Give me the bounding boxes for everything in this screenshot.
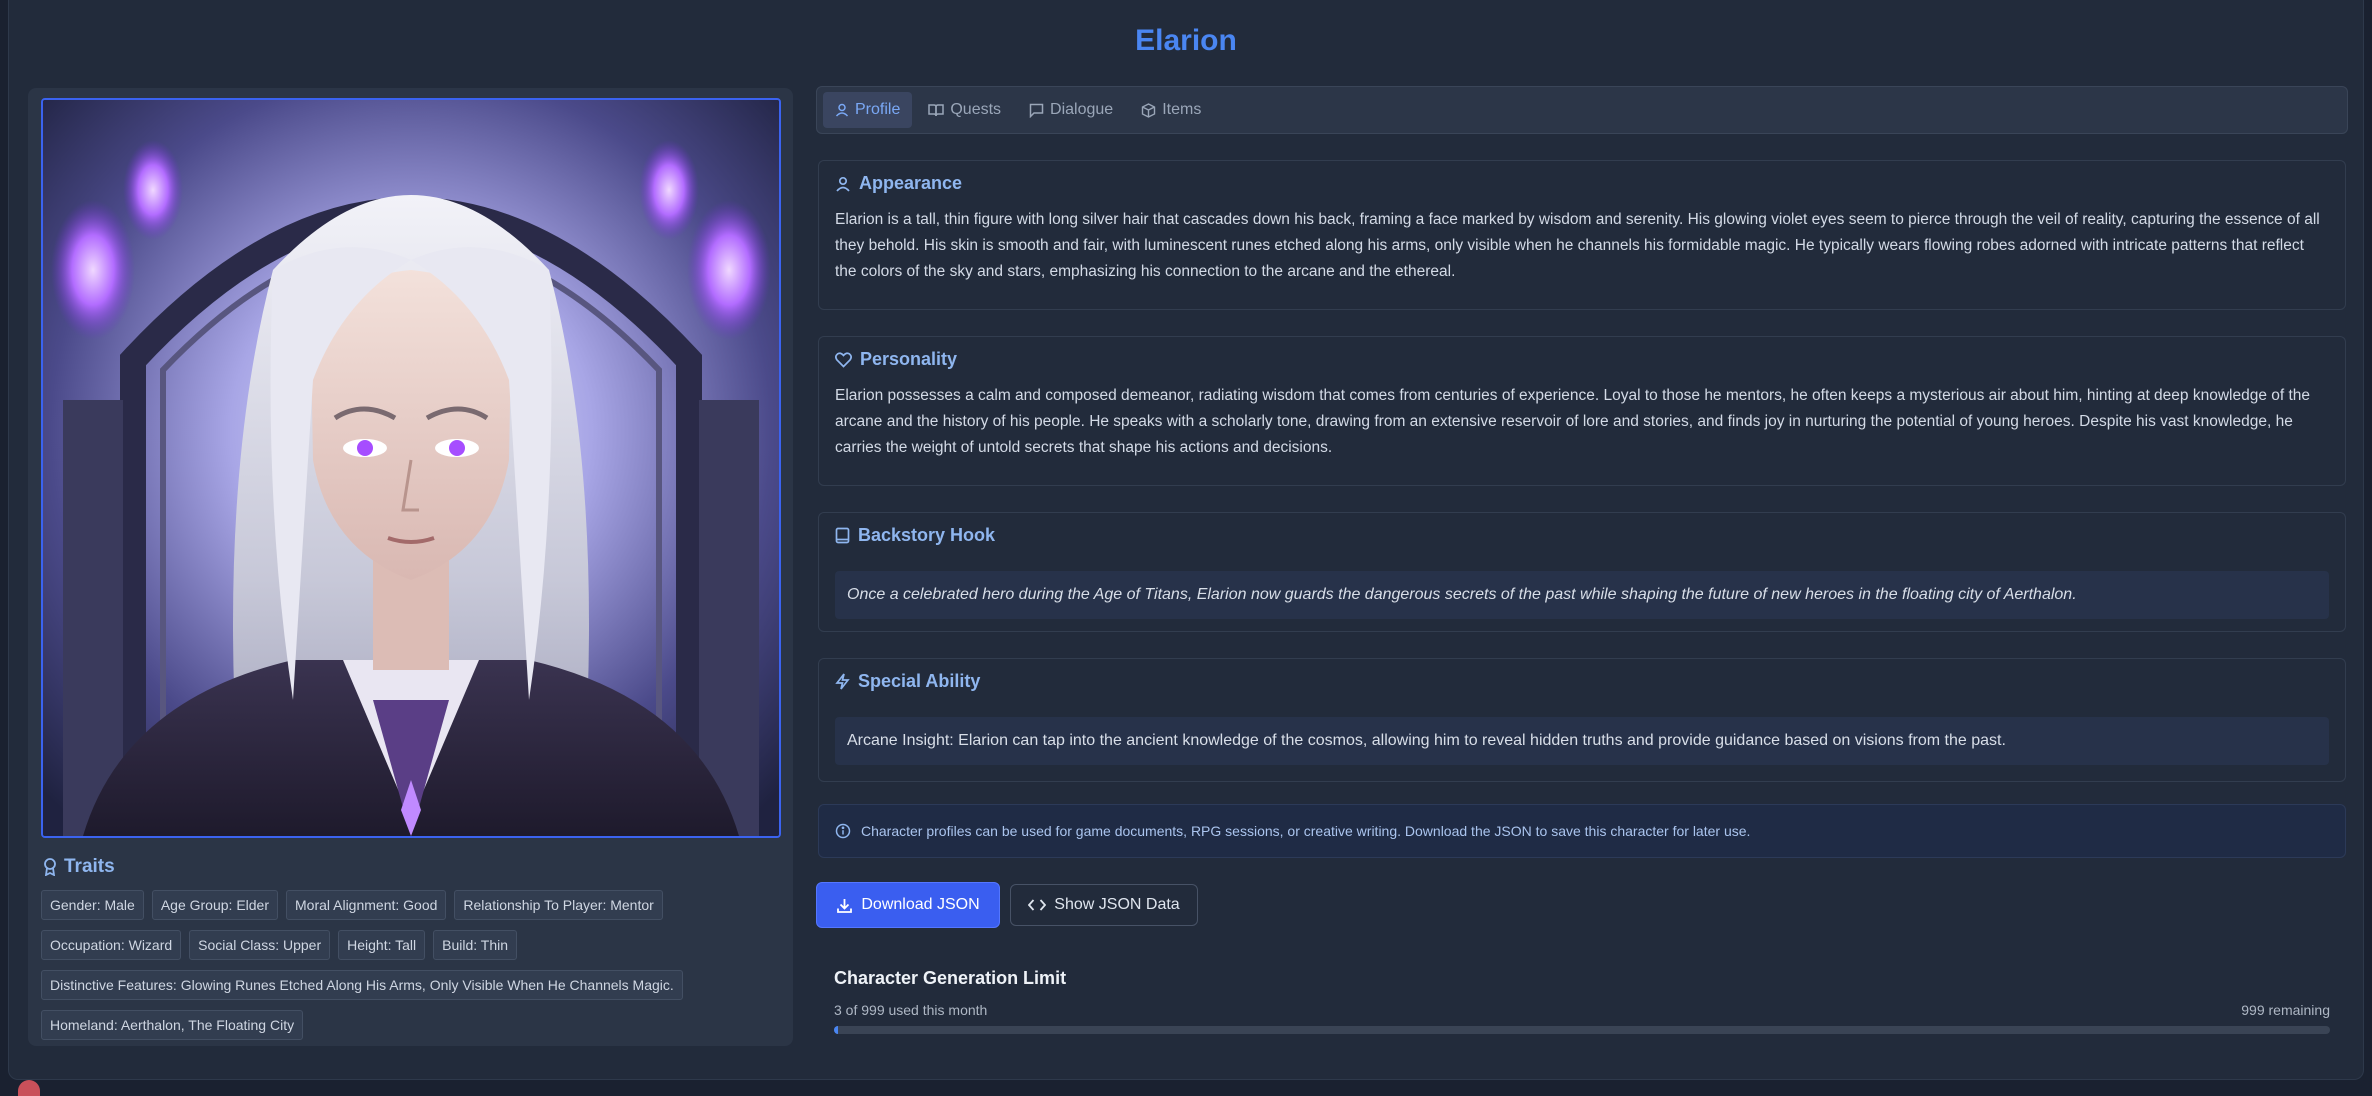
tab-bar: Profile Quests Dialogue Items — [816, 86, 2348, 134]
appearance-text: Elarion is a tall, thin figure with long… — [835, 211, 2320, 280]
trait-chip: Gender: Male — [41, 890, 144, 920]
portrait-card: Traits Gender: Male Age Group: Elder Mor… — [28, 88, 793, 1046]
trait-chip: Homeland: Aerthalon, The Floating City — [41, 1010, 304, 1040]
user-icon — [835, 176, 851, 192]
book-icon — [835, 527, 850, 544]
limit-used-text: 3 of 999 used this month — [834, 1002, 988, 1018]
ability-section: Special Ability Arcane Insight: Elarion … — [818, 658, 2346, 782]
usage-progress-fill — [834, 1026, 839, 1034]
tab-label: Profile — [855, 101, 901, 118]
trait-chip: Relationship To Player: Mentor — [454, 890, 663, 920]
tab-label: Dialogue — [1050, 101, 1114, 118]
download-json-button[interactable]: Download JSON — [816, 882, 1000, 928]
code-icon — [1028, 898, 1047, 912]
traits-title: Traits — [64, 856, 115, 877]
personality-title: Personality — [860, 349, 958, 369]
trait-chip: Build: Thin — [433, 930, 518, 960]
character-name-title: Elarion — [1135, 24, 1237, 57]
trait-chip: Age Group: Elder — [151, 890, 278, 920]
tab-dialogue[interactable]: Dialogue — [1017, 92, 1125, 128]
info-icon — [835, 823, 851, 839]
traits-list: Gender: Male Age Group: Elder Moral Alig… — [41, 890, 781, 1050]
trait-chip: Social Class: Upper — [189, 930, 331, 960]
tab-profile[interactable]: Profile — [823, 92, 913, 128]
tab-label: Items — [1162, 101, 1202, 118]
appearance-section: Appearance Elarion is a tall, thin figur… — [818, 160, 2346, 310]
appearance-title: Appearance — [859, 173, 963, 193]
backstory-text: Once a celebrated hero during the Age of… — [835, 571, 2329, 619]
show-json-label: Show JSON Data — [1054, 896, 1180, 913]
personality-text: Elarion possesses a calm and composed de… — [835, 387, 2311, 456]
tab-label: Quests — [950, 101, 1002, 118]
package-icon — [1141, 102, 1156, 118]
app-logo-icon — [18, 1080, 40, 1096]
message-icon — [1029, 103, 1044, 118]
show-json-button[interactable]: Show JSON Data — [1010, 884, 1198, 926]
ability-text: Arcane Insight: Elarion can tap into the… — [835, 717, 2329, 765]
user-icon — [835, 103, 849, 117]
trait-chip: Moral Alignment: Good — [286, 890, 447, 920]
backstory-section: Backstory Hook Once a celebrated hero du… — [818, 512, 2346, 632]
tab-items[interactable]: Items — [1129, 92, 1213, 128]
book-open-icon — [928, 103, 945, 117]
trait-chip: Distinctive Features: Glowing Runes Etch… — [41, 970, 683, 1000]
ability-title: Special Ability — [858, 671, 981, 691]
tab-quests[interactable]: Quests — [916, 92, 1013, 128]
heart-icon — [835, 351, 852, 368]
usage-progress-bar — [834, 1026, 2330, 1034]
personality-section: Personality Elarion possesses a calm and… — [818, 336, 2346, 486]
award-icon — [42, 858, 58, 876]
info-text: Character profiles can be used for game … — [861, 823, 1751, 839]
character-portrait — [41, 98, 781, 838]
download-label: Download JSON — [861, 896, 980, 913]
info-banner: Character profiles can be used for game … — [818, 804, 2346, 858]
trait-chip: Height: Tall — [338, 930, 426, 960]
download-icon — [836, 897, 853, 914]
limit-remaining-text: 999 remaining — [2241, 1002, 2330, 1018]
zap-icon — [835, 673, 850, 690]
trait-chip: Occupation: Wizard — [41, 930, 182, 960]
backstory-title: Backstory Hook — [858, 525, 996, 545]
limit-title: Character Generation Limit — [834, 968, 1067, 988]
traits-heading: Traits — [42, 856, 115, 878]
